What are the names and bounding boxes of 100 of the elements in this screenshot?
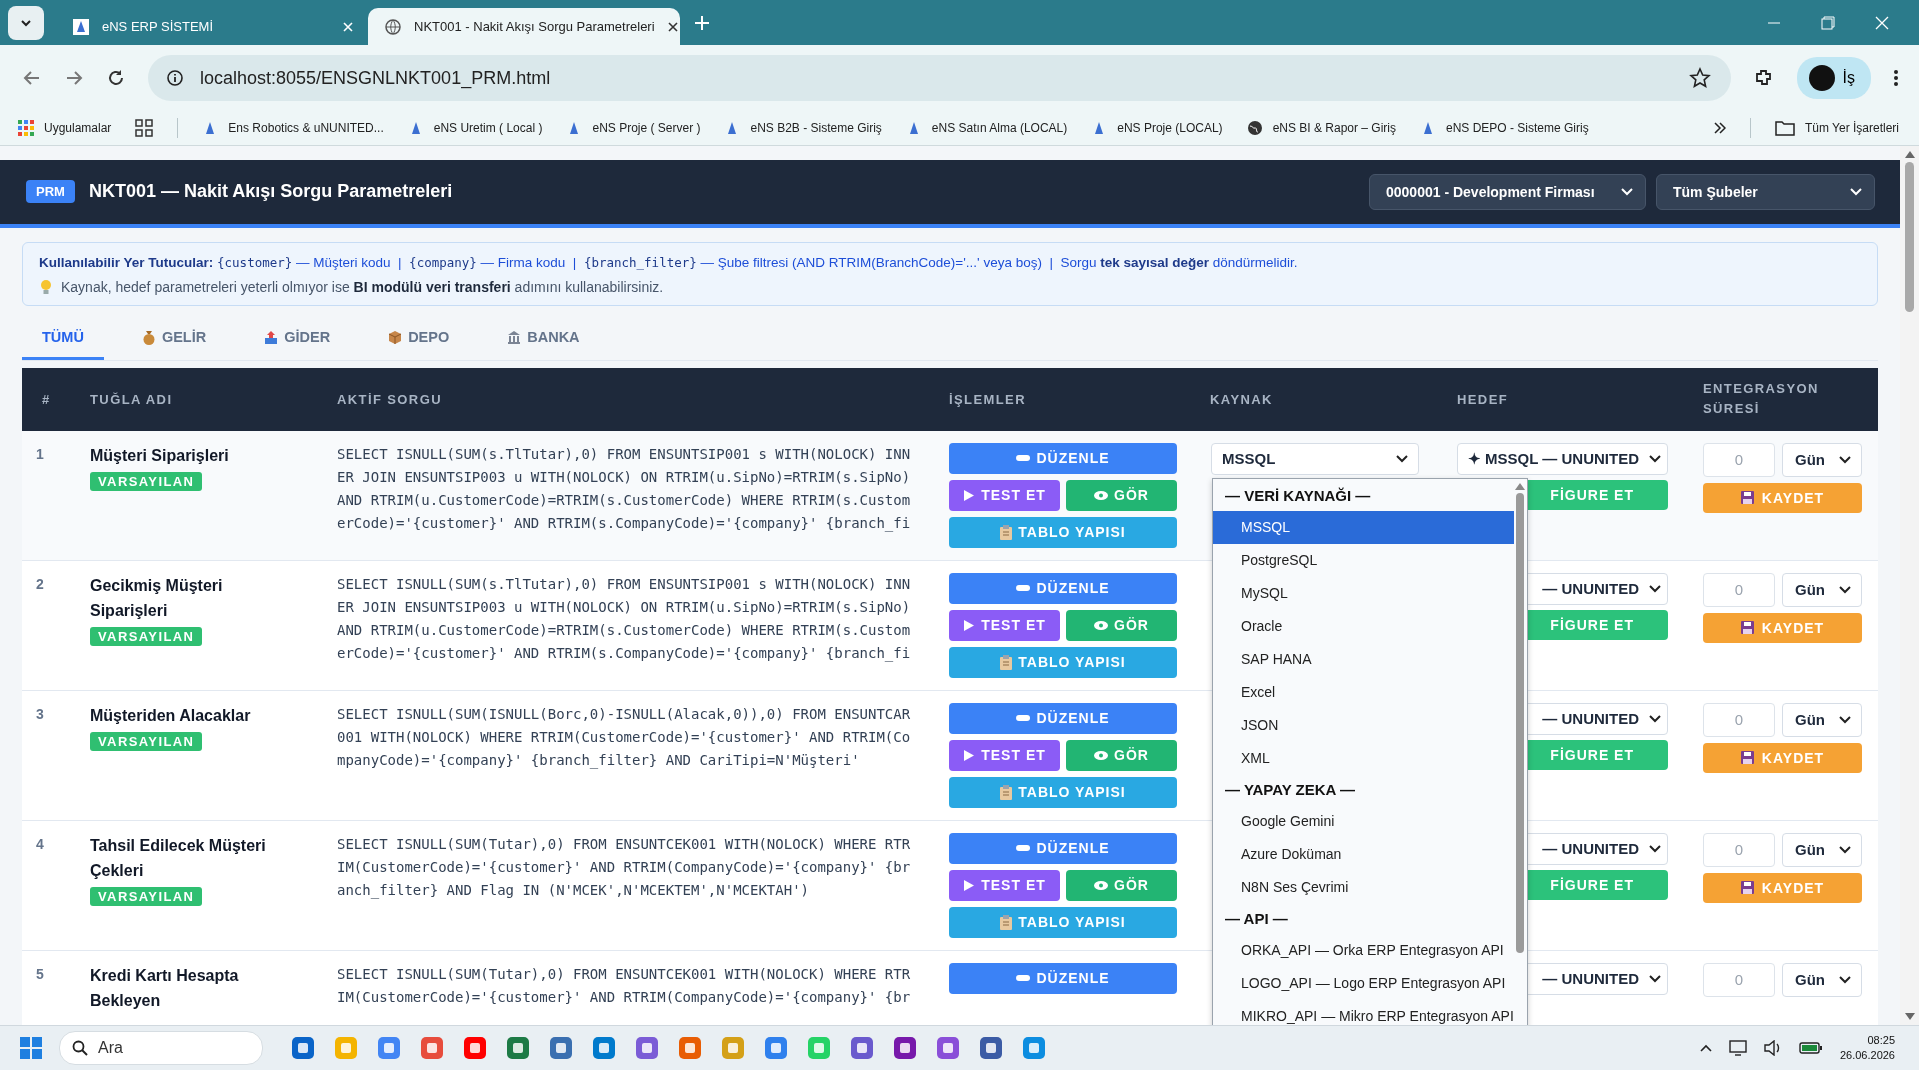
scroll-up-icon[interactable] <box>1904 149 1915 158</box>
more-icon[interactable] <box>1713 121 1726 136</box>
close-icon[interactable] <box>666 20 679 33</box>
app-icon[interactable] <box>290 1035 316 1061</box>
edit-button[interactable]: DÜZENLE <box>949 572 1177 604</box>
app-icon[interactable] <box>419 1035 445 1061</box>
app-icon[interactable] <box>505 1035 531 1061</box>
dropdown-option[interactable]: SAP HANA <box>1213 642 1514 676</box>
app-icon[interactable] <box>978 1035 1004 1061</box>
star-icon[interactable] <box>1688 67 1711 90</box>
caret-icon <box>1839 585 1851 594</box>
bookmark[interactable]: eNS B2B - Sisteme Giriş <box>724 120 882 137</box>
app-icon[interactable] <box>677 1035 703 1061</box>
unit-select[interactable]: Gün <box>1782 832 1862 867</box>
clipboard-icon <box>1000 914 1013 930</box>
new-tab-icon[interactable] <box>694 14 710 31</box>
play-icon <box>963 878 976 892</box>
scrollbar-thumb[interactable] <box>1516 492 1525 953</box>
duration-input[interactable]: 0 <box>1703 962 1775 997</box>
bookmark[interactable]: eNS Satın Alma (LOCAL) <box>905 120 1068 137</box>
bookmark[interactable]: eNS BI & Rapor – Giriş <box>1246 120 1396 137</box>
lightbulb-icon <box>39 278 53 295</box>
caret-icon <box>1839 845 1851 854</box>
tab-list-button[interactable] <box>8 5 44 40</box>
apps-bookmark[interactable]: Uygulamalar <box>18 120 112 137</box>
test-button[interactable]: TEST ET <box>949 609 1060 641</box>
column-header: İŞLEMLER <box>949 391 1027 407</box>
bookmark[interactable]: eNS Uretim ( Local ) <box>407 120 543 137</box>
eye-icon <box>1094 620 1109 630</box>
duration-input[interactable]: 0 <box>1703 832 1775 867</box>
dropdown-option[interactable]: MSSQL <box>1213 510 1514 544</box>
app-icon[interactable] <box>849 1035 875 1061</box>
column-header: KAYNAK <box>1209 391 1274 407</box>
category-tab[interactable]: GİDER <box>244 317 351 360</box>
bookmark[interactable]: Ens Robotics & uNUNITED... <box>202 120 384 137</box>
bookmark[interactable]: eNS Proje ( Server ) <box>566 120 701 137</box>
category-tab[interactable]: TÜMÜ <box>22 317 104 360</box>
browser-tab[interactable]: NKT001 - Nakit Akışı Sorgu Parametreleri <box>368 8 680 45</box>
speaker-icon[interactable] <box>1763 1040 1782 1056</box>
dropdown-option[interactable]: MIKRO_API — Mikro ERP Entegrasyon API <box>1213 999 1514 1026</box>
duration-input[interactable]: 0 <box>1703 702 1775 737</box>
branch-select[interactable]: Tüm Şubeler <box>1656 173 1875 210</box>
scroll-down-icon[interactable] <box>1904 1013 1915 1022</box>
unit-select[interactable]: Gün <box>1782 702 1862 737</box>
category-tab[interactable]: GELİR <box>121 317 227 360</box>
caret-icon <box>1396 454 1408 463</box>
edit-button[interactable]: DÜZENLE <box>949 832 1177 864</box>
menu-icon[interactable] <box>1893 68 1899 89</box>
clock-time: 08:25 <box>1867 1033 1895 1048</box>
browser-tab[interactable]: eNS ERP SİSTEMİ <box>56 8 368 45</box>
test-button[interactable]: TEST ET <box>949 869 1060 901</box>
chevron-up-icon[interactable] <box>1699 1044 1712 1052</box>
play-icon <box>963 618 976 632</box>
edit-button[interactable]: DÜZENLE <box>949 702 1177 734</box>
brick-name: Müşteriden Alacaklar <box>90 705 251 726</box>
edit-button[interactable]: DÜZENLE <box>949 962 1177 994</box>
app-icon[interactable] <box>935 1035 961 1061</box>
sql-query: SELECT ISNULL(SUM(Tutar),0) FROM ENSUNTCEK001 WITH(NOLOCK) WHERE RTRIM(CustomerCode)='{customer}' AND RTRIM(CompanyCode)='{company}' {br <box>337 964 911 1007</box>
bookmark[interactable]: eNS DEPO - Sisteme Giriş <box>1420 120 1589 137</box>
address-bar[interactable]: localhost:8055/ENSGNLNKT001_PRM.html <box>148 55 1731 102</box>
test-button[interactable]: TEST ET <box>949 479 1060 511</box>
company-select[interactable]: 0000001 - Development Firması <box>1369 173 1646 210</box>
start-icon[interactable] <box>20 1037 42 1059</box>
category-tab[interactable]: BANKA <box>487 317 600 360</box>
restore-icon[interactable] <box>1821 15 1835 30</box>
app-icon[interactable] <box>634 1035 660 1061</box>
profile-button[interactable]: İş <box>1796 57 1871 100</box>
unit-select[interactable]: Gün <box>1782 962 1862 997</box>
app-icon[interactable] <box>462 1035 488 1061</box>
unit-select[interactable]: Gün <box>1782 572 1862 607</box>
battery-icon[interactable] <box>1798 1041 1823 1055</box>
column-header: HEDEF <box>1456 391 1510 407</box>
edit-button[interactable]: DÜZENLE <box>949 442 1177 474</box>
unit-select[interactable]: Gün <box>1782 442 1862 477</box>
test-button[interactable]: TEST ET <box>949 739 1060 771</box>
category-tab[interactable]: DEPO <box>368 317 470 360</box>
all-bookmarks-folder[interactable]: Tüm Yer İşaretleri <box>1774 120 1899 137</box>
caret-icon <box>1649 454 1661 463</box>
bookmark[interactable]: eNS Proje (LOCAL) <box>1091 120 1223 137</box>
row-number: 2 <box>36 575 44 592</box>
taskbar-search[interactable]: Ara <box>59 1031 263 1065</box>
app-icon[interactable] <box>548 1035 574 1061</box>
page-scrollbar[interactable] <box>1900 145 1919 1026</box>
duration-input[interactable]: 0 <box>1703 442 1775 477</box>
app-icon[interactable] <box>376 1035 402 1061</box>
app-icon[interactable] <box>591 1035 617 1061</box>
app-icon[interactable] <box>892 1035 918 1061</box>
hint-text: Kaynak, hedef parametreleri yeterli olmıyor ise BI modülü veri transferi adımını kullanabilirsiniz. <box>61 278 664 295</box>
monitor-icon[interactable] <box>1728 1040 1747 1056</box>
folder-icon <box>1774 120 1795 137</box>
tab-groups-icon[interactable] <box>135 119 154 138</box>
caret-icon <box>1649 584 1661 593</box>
app-icon[interactable] <box>763 1035 789 1061</box>
target-select[interactable]: ✦ MSSQL — UNUNITED <box>1457 442 1668 475</box>
app-icon[interactable] <box>1021 1035 1047 1061</box>
scrollbar-thumb[interactable] <box>1905 161 1914 312</box>
duration-input[interactable]: 0 <box>1703 572 1775 607</box>
globe-icon <box>1246 120 1263 137</box>
scroll-up-icon[interactable] <box>1515 481 1526 490</box>
source-select[interactable]: MSSQL <box>1211 442 1419 475</box>
